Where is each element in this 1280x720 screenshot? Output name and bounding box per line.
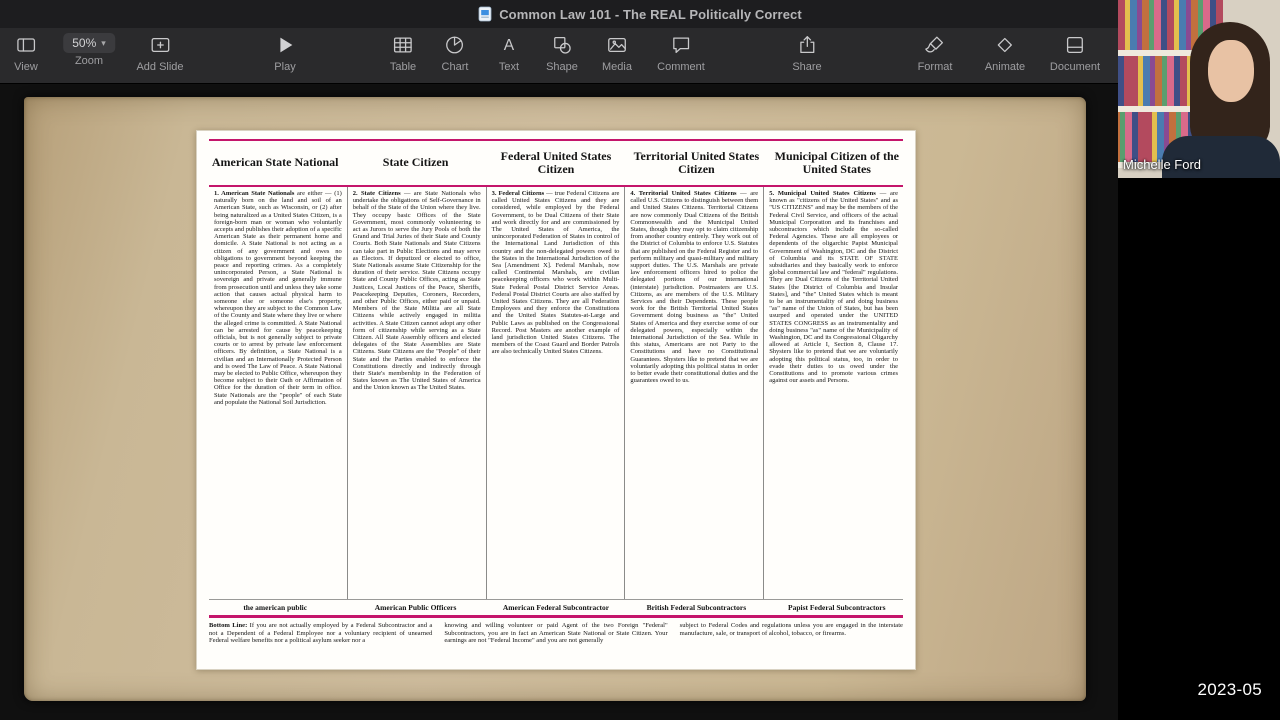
table-footer-row: the american public American Public Offi…	[209, 600, 903, 615]
column-header: Territorial United States Citizen	[633, 148, 760, 176]
share-button[interactable]: Share	[792, 31, 822, 73]
window-title: Common Law 101 - The REAL Politically Co…	[499, 6, 802, 22]
toolbar: View 50% ▾ Zoom Add Slide Play Table Cha…	[0, 28, 1280, 84]
presenter-face	[1208, 40, 1254, 102]
bottom-line-lead: Bottom Line:	[209, 622, 248, 629]
app-window: Common Law 101 - The REAL Politically Co…	[0, 0, 1280, 720]
column-text: — true Federal Citizens are called Unite…	[491, 190, 620, 356]
animate-button[interactable]: Animate	[985, 31, 1025, 73]
table-bottom-rule	[209, 615, 903, 618]
column-footer: American Federal Subcontractor	[502, 603, 610, 612]
slide-canvas: American State National State Citizen Fe…	[0, 84, 1118, 720]
share-label: Share	[792, 61, 822, 73]
view-label: View	[14, 61, 38, 73]
slide[interactable]: American State National State Citizen Fe…	[24, 97, 1086, 701]
table-icon	[392, 31, 414, 59]
column-body: 2. State Citizens — are State Nationals …	[348, 187, 487, 599]
citizenship-table: American State National State Citizen Fe…	[196, 130, 916, 670]
bottom-line-col: knowing and willing volunteer or paid Ag…	[444, 622, 668, 645]
column-lead: 3. Federal Citizens	[491, 190, 545, 197]
column-text: — are known as "citizens of the United S…	[769, 190, 898, 385]
svg-text:A: A	[504, 37, 515, 54]
text-label: Text	[498, 61, 520, 73]
column-footer: the american public	[243, 603, 308, 612]
media-label: Media	[602, 61, 632, 73]
table-header-row: American State National State Citizen Fe…	[209, 141, 903, 185]
comment-label: Comment	[657, 61, 705, 73]
add-slide-label: Add Slide	[136, 61, 184, 73]
play-label: Play	[274, 61, 296, 73]
column-text: — are State Nationals who undertake the …	[352, 190, 481, 392]
chart-icon	[444, 31, 466, 59]
column-footer: American Public Officers	[374, 603, 457, 612]
play-icon	[274, 31, 296, 59]
add-slide-icon	[149, 31, 171, 59]
timestamp: 2023-05	[1197, 680, 1262, 699]
document-button[interactable]: Document	[1050, 31, 1100, 73]
format-button[interactable]: Format	[917, 31, 953, 73]
document-icon	[1064, 31, 1086, 59]
column-header: American State National	[211, 155, 339, 170]
animate-label: Animate	[984, 61, 1026, 73]
view-button[interactable]: View	[14, 31, 38, 73]
webcam-overlay: Michelle Ford	[1118, 0, 1280, 178]
column-lead: 1. American State Nationals	[214, 190, 295, 197]
format-label: Format	[917, 61, 953, 73]
column-lead: 2. State Citizens	[352, 190, 401, 197]
add-slide-button[interactable]: Add Slide	[136, 31, 184, 73]
bottom-line-section: Bottom Line: If you are not actually emp…	[209, 622, 903, 662]
text-icon: A	[498, 31, 520, 59]
zoom-label: Zoom	[74, 55, 104, 67]
titlebar: Common Law 101 - The REAL Politically Co…	[0, 0, 1280, 28]
media-button[interactable]: Media	[602, 31, 632, 73]
zoom-control[interactable]: 50% ▾ Zoom	[63, 31, 115, 67]
column-text: are either — (1) naturally born on the l…	[214, 190, 342, 406]
comment-button[interactable]: Comment	[657, 31, 705, 73]
media-icon	[606, 31, 628, 59]
shape-label: Shape	[546, 61, 578, 73]
bottom-line-col: subject to Federal Codes and regulations…	[679, 622, 903, 637]
zoom-value: 50%	[72, 36, 97, 50]
chart-button[interactable]: Chart	[441, 31, 469, 73]
keynote-document-icon	[478, 6, 492, 22]
shape-button[interactable]: Shape	[546, 31, 578, 73]
table-label: Table	[389, 61, 417, 73]
column-header: Municipal Citizen of the United States	[774, 148, 899, 176]
chevron-down-icon: ▾	[101, 37, 106, 48]
play-button[interactable]: Play	[274, 31, 296, 73]
column-lead: 4. Territorial United States Citizens	[630, 190, 737, 197]
column-body: 4. Territorial United States Citizens — …	[625, 187, 765, 599]
column-body: 1. American State Nationals are either —…	[209, 187, 348, 599]
document-label: Document	[1049, 61, 1101, 73]
comment-icon	[670, 31, 692, 59]
column-header: Federal United States Citizen	[500, 148, 612, 176]
animate-icon	[994, 31, 1016, 59]
table-body-row: 1. American State Nationals are either —…	[209, 187, 903, 599]
webcam-name-label: Michelle Ford	[1123, 157, 1202, 172]
bottom-line-col: Bottom Line: If you are not actually emp…	[209, 622, 432, 662]
column-body: 3. Federal Citizens — true Federal Citiz…	[487, 187, 626, 599]
column-text: — are called U.S. Citizens to distinguis…	[630, 190, 759, 385]
text-button[interactable]: A Text	[498, 31, 520, 73]
format-icon	[924, 31, 946, 59]
zoom-select[interactable]: 50% ▾	[63, 33, 115, 53]
chart-label: Chart	[441, 61, 469, 73]
table-button[interactable]: Table	[390, 31, 416, 73]
column-lead: 5. Municipal United States Citizens	[769, 190, 876, 197]
share-icon	[796, 31, 818, 59]
shape-icon	[551, 31, 573, 59]
column-footer: British Federal Subcontractors	[646, 603, 747, 612]
view-icon	[15, 31, 37, 59]
column-body: 5. Municipal United States Citizens — ar…	[764, 187, 903, 599]
column-header: State Citizen	[382, 155, 449, 170]
column-footer: Papist Federal Subcontractors	[788, 603, 886, 612]
